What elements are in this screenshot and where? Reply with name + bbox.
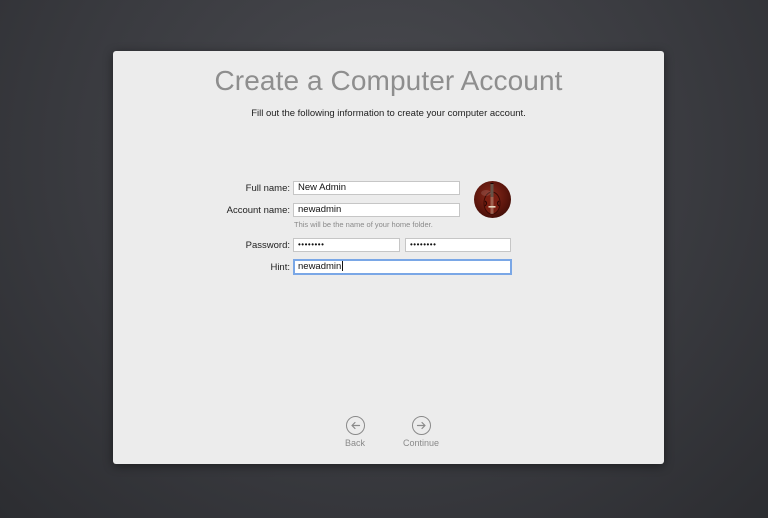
text-caret [342, 261, 344, 272]
setup-panel: Create a Computer Account Fill out the f… [113, 51, 664, 464]
password-label: Password: [245, 240, 290, 251]
back-arrow-icon [345, 416, 365, 435]
account-name-field[interactable]: newadmin [293, 203, 460, 217]
full-name-label: Full name: [245, 183, 290, 194]
hint-field[interactable]: newadmin [293, 259, 512, 275]
forward-arrow-icon [411, 416, 431, 435]
back-label: Back [344, 438, 365, 448]
user-picture[interactable] [474, 181, 511, 218]
full-name-field[interactable]: New Admin [293, 181, 460, 195]
account-name-helper: This will be the name of your home folde… [294, 220, 433, 229]
verify-password-field[interactable]: •••••••• [405, 238, 511, 252]
violin-icon [481, 183, 501, 215]
password-field[interactable]: •••••••• [293, 238, 400, 252]
back-button[interactable]: Back [340, 416, 370, 448]
hint-label: Hint: [270, 262, 290, 273]
hint-value: newadmin [298, 261, 342, 272]
page-subtitle: Fill out the following information to cr… [251, 108, 526, 119]
continue-button[interactable]: Continue [398, 416, 444, 448]
continue-label: Continue [402, 438, 440, 448]
page-title: Create a Computer Account [214, 65, 563, 96]
account-name-label: Account name: [226, 205, 290, 216]
